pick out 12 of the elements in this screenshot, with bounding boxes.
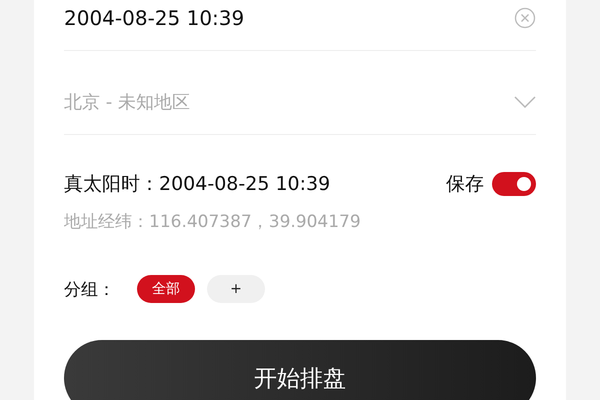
start-button[interactable]: 开始排盘 [64,340,536,400]
coordinates-text: 地址经纬：116.407387，39.904179 [64,210,362,233]
group-label: 分组： [64,278,115,300]
solar-time-text: 真太阳时：2004-08-25 10:39 [64,172,330,197]
save-label: 保存 [446,172,484,197]
group-chip[interactable]: + [207,275,265,303]
save-toggle[interactable] [492,172,536,196]
clear-icon[interactable] [514,7,536,29]
group-chip[interactable]: 全部 [137,275,195,303]
location-field[interactable]: 北京 - 未知地区 [64,84,514,120]
datetime-field[interactable]: 2004-08-25 10:39 [64,0,514,36]
chevron-down-icon[interactable] [514,96,536,108]
